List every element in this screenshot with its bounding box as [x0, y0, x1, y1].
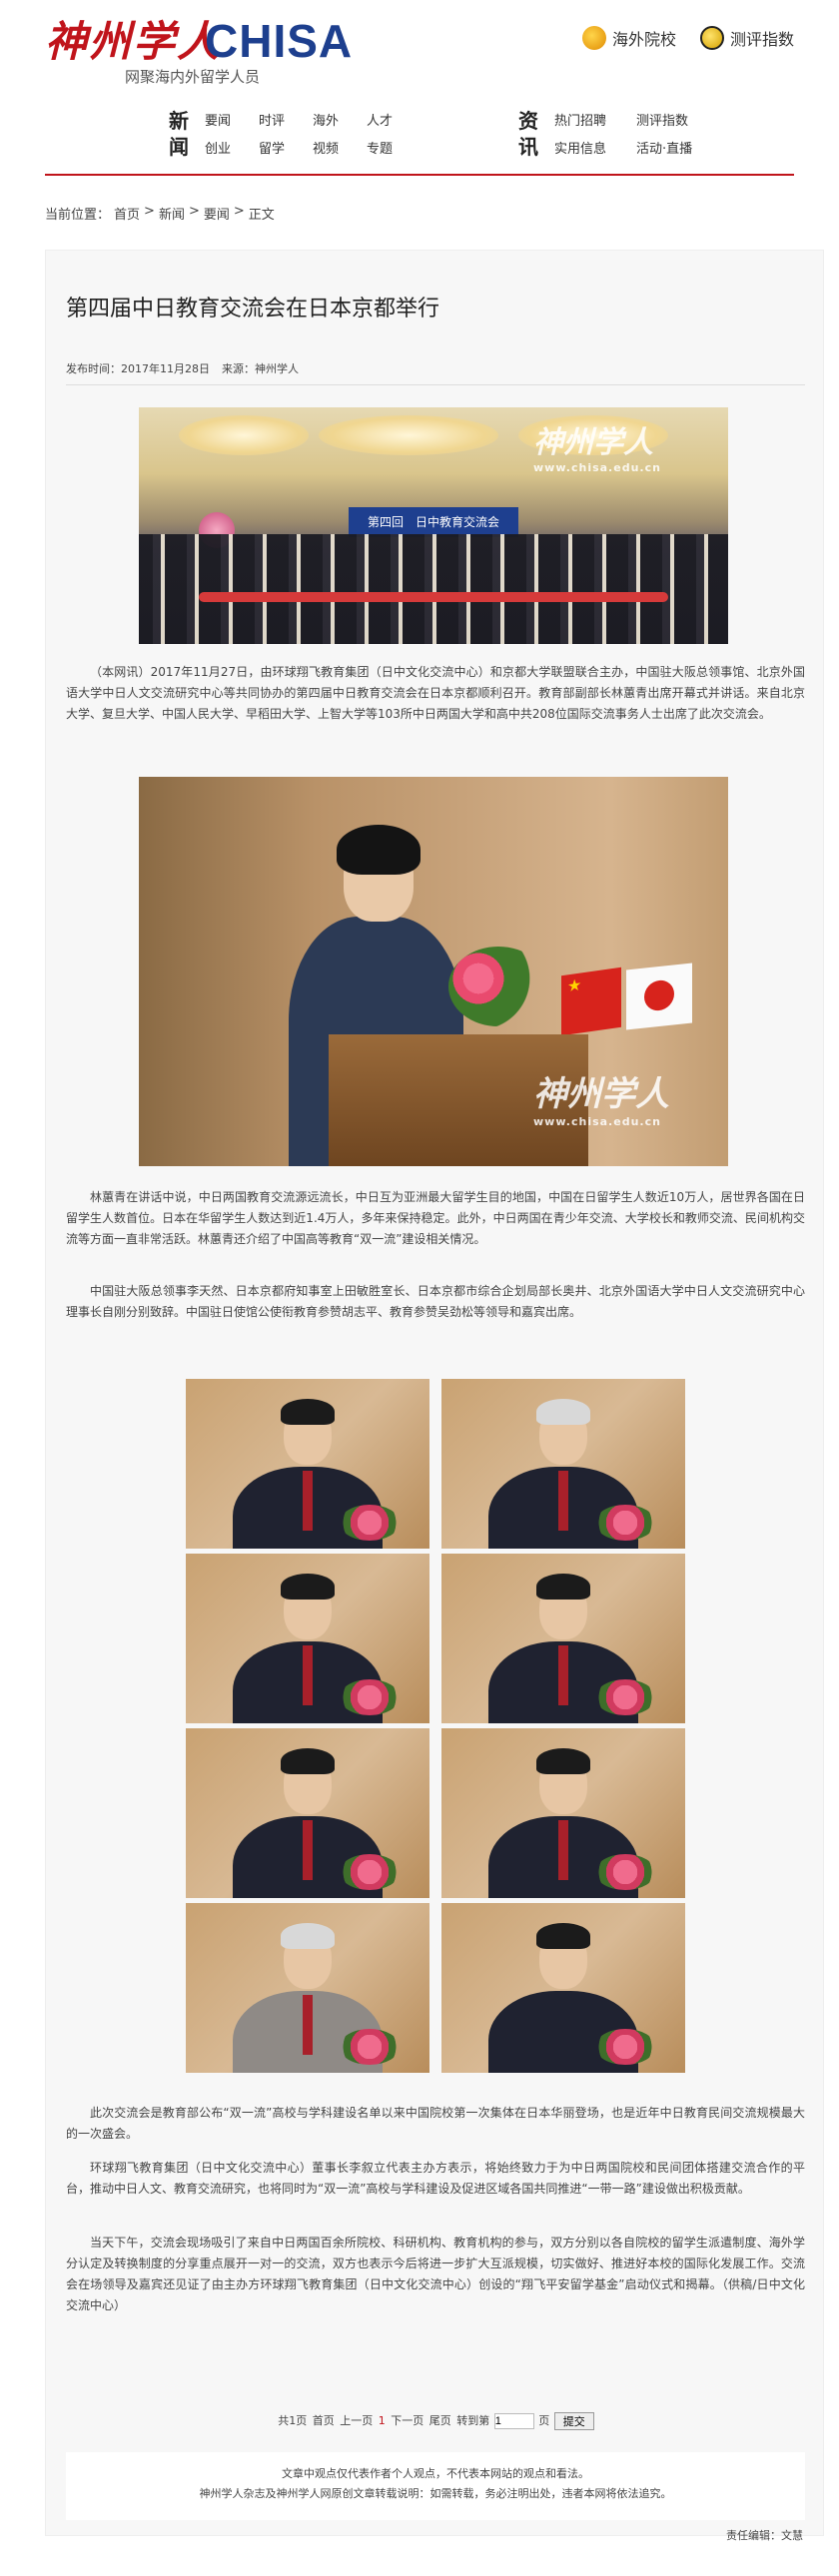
- chandelier: [179, 415, 309, 455]
- nav-item-overseas[interactable]: 海外: [313, 108, 339, 136]
- next-page-link[interactable]: 下一页: [391, 2414, 423, 2427]
- breadcrumb-current: 正文: [248, 208, 275, 223]
- first-page-link[interactable]: 首页: [313, 2414, 335, 2427]
- event-banner: 第四回 日中教育交流会: [349, 507, 518, 537]
- overseas-schools-label: 海外院校: [611, 30, 676, 49]
- breadcrumb-news[interactable]: 新闻: [159, 204, 185, 223]
- page-number-input[interactable]: [493, 2413, 534, 2429]
- article-paragraph: 环球翔飞教育集团（日中文化交流中心）董事长李叙立代表主办方表示，将始终致力于为中…: [66, 2161, 805, 2196]
- nav-item-live[interactable]: 活动·直播: [636, 136, 692, 164]
- japan-flag: [626, 963, 692, 1030]
- article-title: 第四届中日教育交流会在日本京都举行: [66, 297, 440, 322]
- overseas-schools-link[interactable]: 海外院校: [581, 26, 676, 50]
- page-unit: 页: [538, 2414, 550, 2427]
- photo-guest-4: [441, 1554, 685, 1723]
- breadcrumb-sep: >: [188, 204, 200, 219]
- article-paragraph: 当天下午，交流会现场吸引了来自中日两国百余所院校、科研机构、教育机构的参与，双方…: [66, 2236, 805, 2312]
- copyright-notice: 文章中观点仅代表作者个人观点，不代表本网站的观点和看法。 神州学人杂志及神州学人…: [66, 2452, 805, 2520]
- watermark-text: 神州学人: [533, 1074, 669, 1114]
- article-source: 来源：神州学人: [222, 362, 299, 375]
- publish-time: 发布时间：2017年11月28日: [66, 362, 210, 375]
- speaker-photo-grid: [186, 1379, 685, 2073]
- nav-item-useful-info[interactable]: 实用信息: [554, 136, 606, 164]
- nav-title-info: 资 讯: [514, 108, 542, 160]
- nav-item-jobs[interactable]: 热门招聘: [554, 108, 606, 136]
- site-slogan: 网聚海内外留学人员: [125, 68, 261, 86]
- breadcrumb-headlines[interactable]: 要闻: [204, 204, 230, 223]
- photo-speaker: 神州学人 www.chisa.edu.cn: [139, 777, 728, 1166]
- guest-lineup: [139, 534, 728, 644]
- nav-group-info: 资 讯 热门招聘 实用信息 测评指数 活动·直播: [514, 106, 794, 166]
- ranking-index-label: 测评指数: [729, 30, 794, 49]
- logo-english: CHISA: [205, 15, 354, 67]
- notice-line-reprint: 神州学人杂志及神州学人网原创文章转载说明：如需转载，务必注明出处，违者本网将依法…: [199, 2487, 672, 2500]
- article-container: 第四届中日教育交流会在日本京都举行 发布时间：2017年11月28日 来源：神州…: [45, 250, 825, 2542]
- nav-title-info-char1: 资: [518, 109, 538, 133]
- watermark: 神州学人 www.chisa.edu.cn: [533, 1066, 669, 1128]
- logo-chinese: 神州学人: [45, 17, 222, 66]
- china-flag: [561, 966, 621, 1036]
- watermark-url: www.chisa.edu.cn: [533, 1115, 661, 1128]
- page-total: 共1页: [278, 2414, 308, 2427]
- nav-item-headlines[interactable]: 要闻: [205, 108, 231, 136]
- nav-title-info-char2: 讯: [518, 135, 538, 159]
- pagination: 共1页 首页 上一页 1 下一页 尾页 转到第 页 提交: [46, 2412, 825, 2430]
- ranking-index-link[interactable]: 测评指数: [699, 26, 794, 50]
- notice-line-opinion: 文章中观点仅代表作者个人观点，不代表本网站的观点和看法。: [282, 2467, 589, 2480]
- photo-guest-7: [186, 1903, 429, 2073]
- watermark: 神州学人 www.chisa.edu.cn: [533, 417, 661, 474]
- responsible-editor: 责任编辑：文慧: [726, 2529, 803, 2542]
- article-paragraph: 中国驻大阪总领事李天然、日本京都府知事室上田敏胜室长、日本京都市综合企划局部长奥…: [66, 1284, 805, 1319]
- watermark-url: www.chisa.edu.cn: [533, 461, 661, 474]
- page: 神州学人 CHISA 网聚海内外留学人员 海外院校 测评指数 新 闻 要闻 创业…: [0, 0, 839, 2576]
- photo-guest-2: [441, 1379, 685, 1549]
- article-paragraph: （本网讯）2017年11月27日，由环球翔飞教育集团（日中文化交流中心）和京都大…: [66, 665, 805, 721]
- page-submit-button[interactable]: 提交: [553, 2412, 594, 2430]
- photo-guest-6: [441, 1728, 685, 1898]
- nav-item-study-abroad[interactable]: 留学: [259, 136, 285, 164]
- photo-ribbon-cutting: 第四回 日中教育交流会 神州学人 www.chisa.edu.cn: [139, 407, 728, 644]
- flower-arrangement: [448, 947, 548, 1026]
- breadcrumb-prefix: 当前位置：: [45, 208, 111, 223]
- last-page-link[interactable]: 尾页: [429, 2414, 451, 2427]
- breadcrumb: 当前位置： 首页 > 新闻 > 要闻 > 正文: [45, 204, 275, 223]
- photo-guest-5: [186, 1728, 429, 1898]
- nav-title-news-char2: 闻: [169, 135, 189, 159]
- top-links: 海外院校 测评指数: [581, 26, 794, 50]
- prev-page-link[interactable]: 上一页: [340, 2414, 373, 2427]
- nav-group-news: 新 闻 要闻 创业 时评 留学 海外 视频 人才 专题: [165, 106, 464, 166]
- ranking-index-icon: [699, 26, 724, 50]
- nav-item-commentary[interactable]: 时评: [259, 108, 285, 136]
- breadcrumb-sep: >: [144, 204, 155, 219]
- school-emblem-icon: [581, 26, 606, 50]
- site-header: 神州学人 CHISA 网聚海内外留学人员 海外院校 测评指数 新 闻 要闻 创业…: [0, 0, 839, 200]
- chandelier: [319, 415, 498, 455]
- article-meta: 发布时间：2017年11月28日 来源：神州学人: [66, 360, 805, 385]
- nav-item-ranking[interactable]: 测评指数: [636, 108, 692, 136]
- header-divider: [45, 174, 794, 176]
- photo-guest-8: [441, 1903, 685, 2073]
- current-page: 1: [378, 2414, 386, 2427]
- ceremony-ribbon: [199, 592, 668, 602]
- nav-info-items: 热门招聘 实用信息 测评指数 活动·直播: [554, 108, 692, 164]
- article-paragraph: 此次交流会是教育部公布“双一流”高校与学科建设名单以来中国院校第一次集体在日本华…: [66, 2106, 805, 2141]
- nav-title-news: 新 闻: [165, 108, 193, 160]
- watermark-text: 神州学人: [533, 425, 653, 460]
- article-paragraph: 林蕙青在讲话中说，中日两国教育交流源远流长，中日互为亚洲最大留学生目的地国，中国…: [66, 1190, 805, 1246]
- breadcrumb-sep: >: [233, 204, 245, 219]
- nav-title-news-char1: 新: [169, 109, 189, 133]
- site-logo[interactable]: 神州学人 CHISA 网聚海内外留学人员: [45, 6, 365, 86]
- nav-item-talent[interactable]: 人才: [367, 108, 393, 136]
- nav-news-items: 要闻 创业 时评 留学 海外 视频 人才 专题: [205, 108, 393, 164]
- breadcrumb-home[interactable]: 首页: [114, 204, 140, 223]
- speaker-hair: [337, 825, 420, 875]
- photo-guest-1: [186, 1379, 429, 1549]
- nav-item-startup[interactable]: 创业: [205, 136, 231, 164]
- nav-item-special[interactable]: 专题: [367, 136, 393, 164]
- nav-item-video[interactable]: 视频: [313, 136, 339, 164]
- photo-guest-3: [186, 1554, 429, 1723]
- goto-label: 转到第: [456, 2414, 490, 2427]
- main-nav: 新 闻 要闻 创业 时评 留学 海外 视频 人才 专题 资 讯 热门招聘 实用信…: [0, 106, 839, 166]
